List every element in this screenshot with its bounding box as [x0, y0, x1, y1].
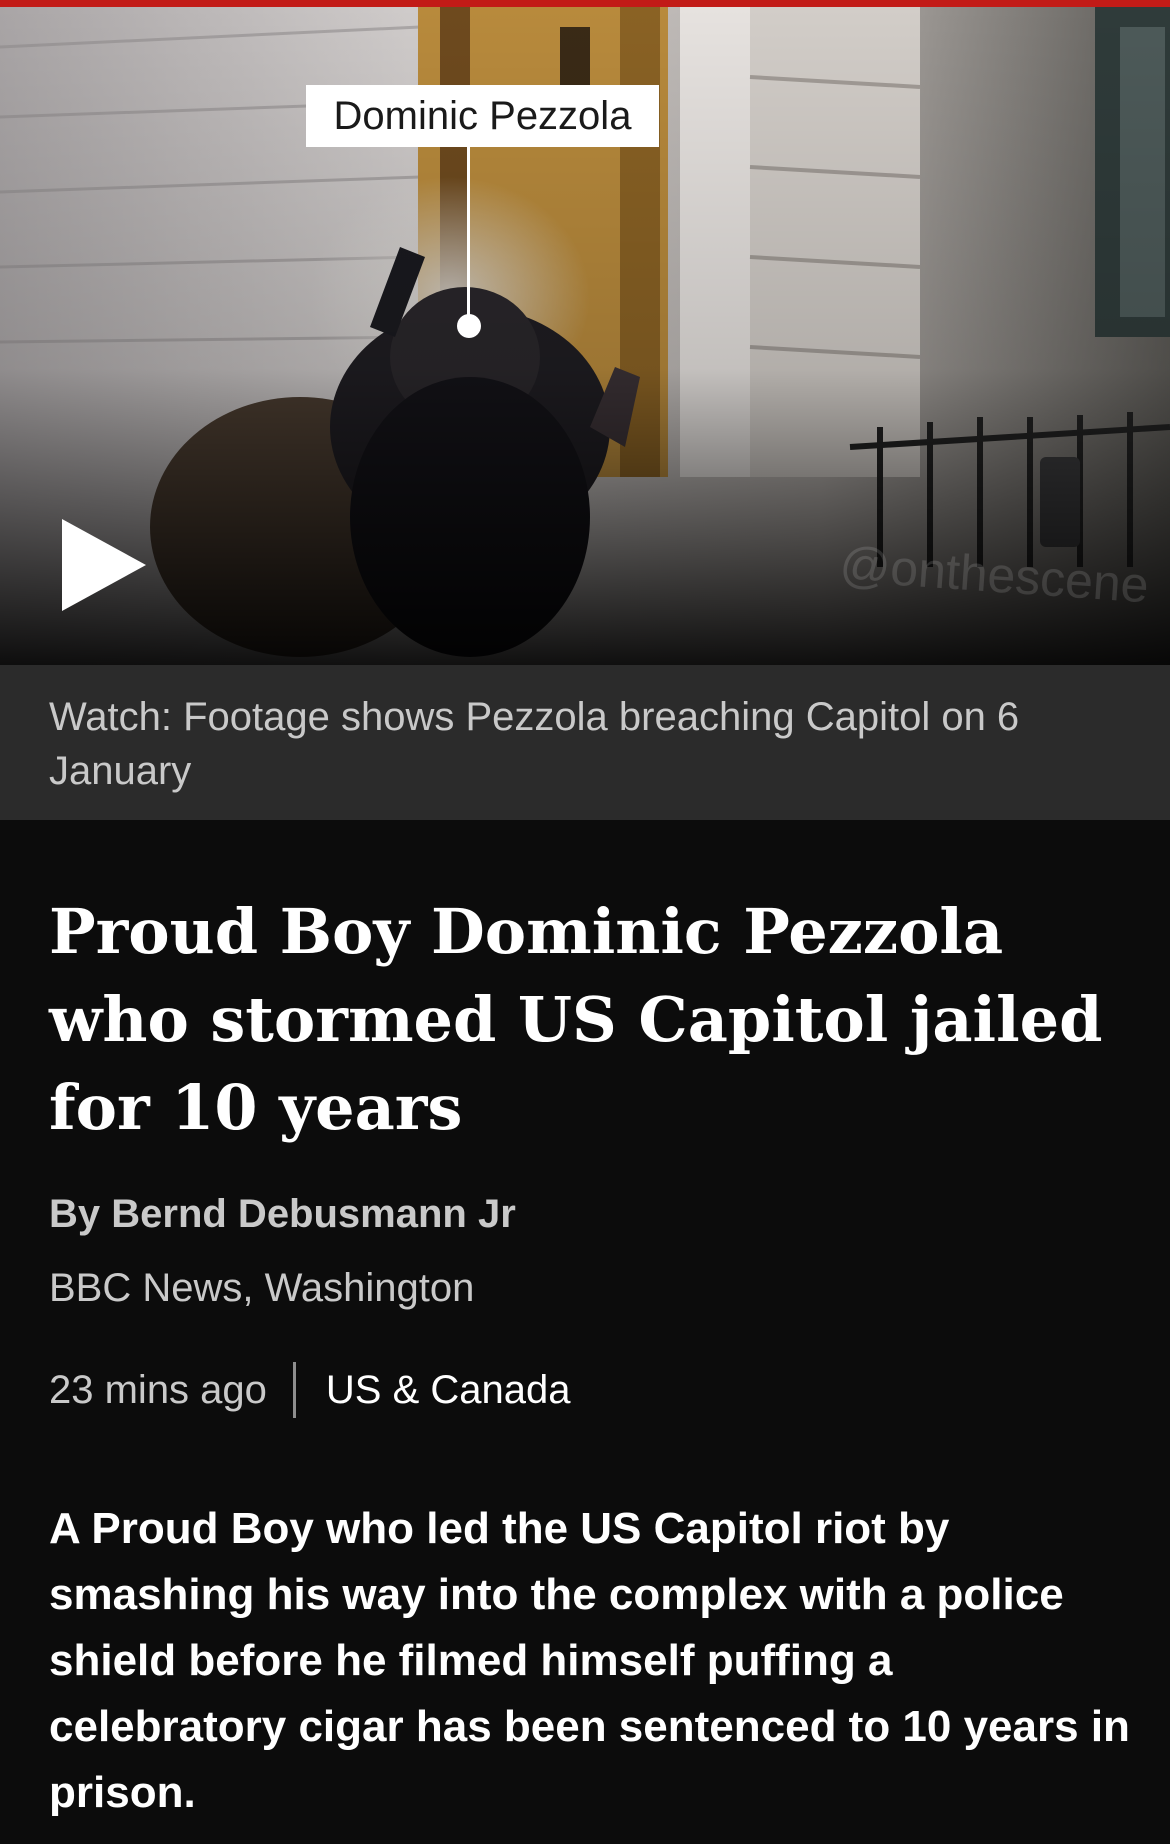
article-summary: A Proud Boy who led the US Capitol riot …: [49, 1504, 1130, 1817]
accent-bar: [0, 0, 1170, 7]
person-name-label: Dominic Pezzola: [306, 85, 659, 147]
video-caption-text: Watch: Footage shows Pezzola breaching C…: [49, 695, 1020, 793]
name-label-pointer-dot: [457, 314, 481, 338]
play-icon[interactable]: [58, 519, 150, 611]
video-caption: Watch: Footage shows Pezzola breaching C…: [0, 665, 1170, 820]
video-player[interactable]: Dominic Pezzola @onthescene: [0, 7, 1170, 665]
meta-divider: [292, 1362, 296, 1418]
article-timestamp: 23 mins ago: [49, 1367, 267, 1412]
name-label-pointer-line: [467, 147, 470, 322]
section-link[interactable]: US & Canada: [326, 1368, 571, 1413]
article-meta: 23 mins ago US & Canada: [49, 1360, 571, 1420]
article-byline-org: BBC News, Washington: [49, 1266, 475, 1310]
article-byline: By Bernd Debusmann Jr: [49, 1192, 516, 1236]
article-headline: Proud Boy Dominic Pezzola who stormed US…: [49, 895, 1103, 1144]
